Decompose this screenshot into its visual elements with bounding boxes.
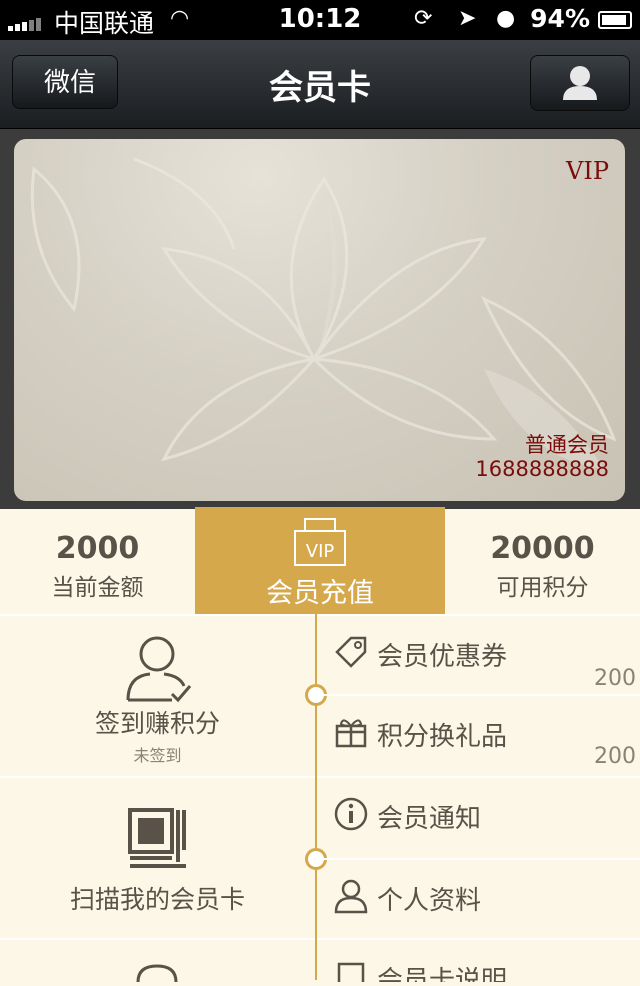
nav-bar: 微信 会员卡 xyxy=(0,40,640,129)
status-bar: 中国联通 ◠ 10:12 ⟳ ➤ ● 94% xyxy=(0,0,640,40)
vip-card-icon: VIP xyxy=(294,518,346,566)
feature-grid: 签到赚积分 未签到 扫描我的会员卡 会员优惠券 200 积分换礼品 200 会员… xyxy=(0,614,640,983)
checkin-label: 签到赚积分 xyxy=(94,709,220,738)
menu-item-label: 会员优惠券 xyxy=(377,642,508,672)
rotation-lock-icon: ⟳ xyxy=(414,6,433,31)
menu-item-coupons[interactable]: 会员优惠券 200 xyxy=(317,614,640,696)
checkin-button[interactable]: 签到赚积分 未签到 xyxy=(0,614,315,778)
scan-card-label: 扫描我的会员卡 xyxy=(69,885,245,914)
balance-stat[interactable]: 2000 当前金额 xyxy=(0,509,195,615)
more-button[interactable] xyxy=(0,938,315,983)
checkin-status: 未签到 xyxy=(133,746,182,765)
menu-item-label: 会员通知 xyxy=(377,804,482,834)
gift-icon xyxy=(335,719,367,748)
info-icon xyxy=(334,797,368,831)
user-icon xyxy=(334,879,368,914)
menu-item-label: 个人资料 xyxy=(377,886,482,916)
vip-label: VIP xyxy=(566,157,609,185)
points-stat[interactable]: 20000 可用积分 xyxy=(445,509,640,615)
document-icon xyxy=(337,962,365,982)
recharge-badge: VIP xyxy=(306,541,335,562)
points-label: 可用积分 xyxy=(496,575,589,601)
location-icon: ➤ xyxy=(458,6,477,31)
battery-icon xyxy=(598,11,632,29)
qr-code-icon xyxy=(128,808,186,868)
person-icon xyxy=(563,66,597,100)
balance-value: 2000 xyxy=(55,531,140,566)
gift-count: 200 xyxy=(594,744,636,769)
partial-icon xyxy=(136,964,178,983)
stats-bar: 2000 当前金额 VIP 会员充值 20000 可用积分 xyxy=(0,507,640,615)
battery-percent: 94% xyxy=(530,4,590,33)
points-value: 20000 xyxy=(490,531,595,566)
menu-item-gifts[interactable]: 积分换礼品 200 xyxy=(317,694,640,776)
profile-button[interactable] xyxy=(530,55,630,111)
menu-item-label: 会员卡说明 xyxy=(377,966,508,982)
recharge-label: 会员充值 xyxy=(266,578,374,609)
menu-item-card-info[interactable]: 会员卡说明 xyxy=(317,938,640,982)
menu-item-label: 积分换礼品 xyxy=(377,722,508,752)
menu-item-profile[interactable]: 个人资料 xyxy=(317,858,640,940)
checkin-user-icon xyxy=(126,636,192,703)
recharge-button[interactable]: VIP 会员充值 xyxy=(195,507,445,615)
coupon-count: 200 xyxy=(594,666,636,691)
member-level: 普通会员 xyxy=(525,433,609,457)
balance-label: 当前金额 xyxy=(51,575,144,601)
member-card[interactable]: VIP 普通会员 1688888888 xyxy=(14,139,625,501)
alarm-icon: ● xyxy=(496,6,516,31)
card-number: 1688888888 xyxy=(475,457,609,481)
card-area: VIP 普通会员 1688888888 xyxy=(0,129,640,509)
scan-card-button[interactable]: 扫描我的会员卡 xyxy=(0,776,315,940)
tag-icon xyxy=(335,636,367,668)
menu-item-notices[interactable]: 会员通知 xyxy=(317,776,640,858)
